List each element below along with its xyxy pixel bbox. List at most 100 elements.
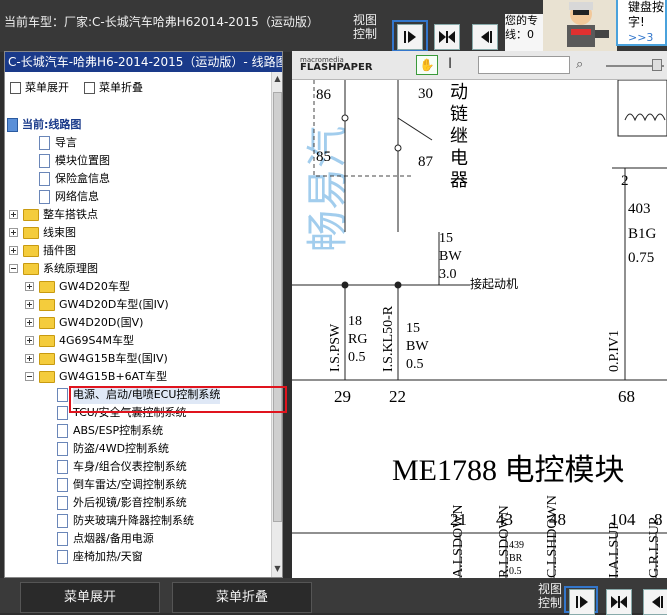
tree-item-label: ABS/ESP控制系统 (73, 424, 164, 437)
document-icon (39, 172, 50, 186)
column-labels: I.S.PSW 18 RG 0.5 I.S.KL50-R 15 BW 0.5 0.P.IV1 (328, 305, 622, 372)
current-car-model: 当前车型：厂家:C-长城汽车哈弗H62014-2015（运动版） (4, 15, 319, 29)
expand-icon[interactable] (25, 336, 34, 345)
folder-icon (39, 335, 55, 347)
footer-next-page-button[interactable] (569, 589, 595, 615)
tree-item-label: 防盗/4WD控制系统 (73, 442, 170, 455)
arrow-left-bar-icon (481, 31, 492, 43)
tree-item-label: GW4G15B车型(国IV) (59, 352, 168, 365)
tree-item-label: 倒车雷达/空调控制系统 (73, 478, 187, 491)
search-input[interactable] (478, 56, 570, 74)
collapse-menu-label: 菜单折叠 (99, 81, 143, 94)
folder-icon (23, 245, 39, 257)
tree-item-label: 插件图 (43, 244, 76, 257)
bottom-signal-label: I.A.LSUP (607, 522, 622, 578)
expand-menu-link[interactable]: 菜单展开 (10, 79, 69, 95)
tree-item-label: GW4D20车型 (59, 280, 130, 293)
folder-icon (39, 299, 55, 311)
panel-title: C-长城汽车-哈弗H6-2014-2015（运动版）- 线路图 (5, 52, 282, 72)
folder-icon (39, 281, 55, 293)
tree-item-label: 模块位置图 (55, 154, 110, 167)
start-motor-label: 接起动机 (470, 276, 518, 291)
arrow-right-bar-icon (404, 31, 416, 43)
bottom-wire-439: 439 BR 0.5 (509, 540, 524, 577)
tree-item-label: 系统原理图 (43, 262, 98, 275)
tree-item-label: GW4D20D(国V) (59, 316, 144, 329)
hand-tool-icon[interactable]: ✋ (416, 55, 438, 75)
panel-scrollbar[interactable]: ▲ ▼ (271, 72, 282, 577)
zoom-slider-knob[interactable] (652, 59, 662, 71)
module-title: ME1788 电控模块 (392, 454, 625, 487)
collapse-icon[interactable] (25, 372, 34, 381)
top-pin-number: 68 (618, 387, 635, 406)
document-icon (57, 532, 68, 546)
top-pin-number: 29 (334, 387, 351, 406)
footer-prev-page-button[interactable] (643, 589, 667, 615)
doc-icon (10, 82, 21, 94)
expand-menu-button[interactable]: 菜单展开 (20, 582, 160, 613)
arrows-in-icon (611, 596, 627, 608)
expand-icon[interactable] (25, 318, 34, 327)
expand-icon[interactable] (25, 282, 34, 291)
collapse-menu-link[interactable]: 菜单折叠 (84, 79, 143, 95)
document-icon (39, 154, 50, 168)
document-viewer: macromedia FLASHPAPER ✋ I ⌕ 畅易汽 86 30 85… (292, 51, 667, 578)
folder-icon (39, 317, 55, 329)
arrow-left-bar-icon (652, 596, 663, 608)
col-label-kl50: I.S.KL50-R (381, 305, 396, 372)
document-icon (39, 190, 50, 204)
side-note: 您的专 线：0 (505, 14, 545, 52)
footer-view-control-label: 视图 控制 (538, 582, 563, 610)
collapse-menu-button[interactable]: 菜单折叠 (172, 582, 312, 613)
col-label-18rg: 18 RG 0.5 (348, 314, 367, 365)
fit-page-button[interactable] (434, 24, 460, 50)
tree-item-label: 外后视镜/影音控制系统 (73, 496, 187, 509)
relay-pin-86: 86 (316, 87, 332, 103)
col-label-15bw: 15 BW 0.5 (406, 321, 429, 372)
search-icon[interactable]: ⌕ (576, 57, 583, 72)
wire-15-bw-text: 15 BW 3.0 (439, 231, 462, 282)
folder-icon (23, 209, 39, 221)
tree-item-label: 点烟器/备用电源 (73, 532, 154, 545)
arrow-right-bar-icon (576, 596, 588, 608)
top-pin-numbers: 29 22 68 (334, 387, 635, 406)
collapse-icon[interactable] (9, 264, 18, 273)
scroll-up-icon[interactable]: ▲ (273, 74, 282, 84)
tree-item-label: 线束图 (43, 226, 76, 239)
relay-pin-87: 87 (418, 154, 434, 170)
logo-line2: FLASHPAPER (300, 62, 373, 73)
tree-item-label: 保险盒信息 (55, 172, 110, 185)
next-page-button[interactable] (397, 24, 423, 50)
relay-name: 动链继电器 (450, 82, 468, 190)
bottom-signal-label: A.LSDOWN (451, 505, 466, 579)
folder-icon (23, 227, 39, 239)
expand-icon[interactable] (9, 228, 18, 237)
tree-item-label: 座椅加热/天窗 (73, 550, 143, 563)
document-icon (57, 442, 68, 456)
scrollbar-thumb[interactable] (273, 92, 282, 522)
expand-icon[interactable] (9, 210, 18, 219)
tree-item-label: 整车搭铁点 (43, 208, 98, 221)
viewer-toolbar: macromedia FLASHPAPER ✋ I ⌕ (292, 51, 667, 80)
relay-label: 动链继电器 (450, 82, 468, 190)
document-icon (57, 460, 68, 474)
document-icon (57, 496, 68, 510)
footer-fit-page-button[interactable] (606, 589, 632, 615)
scroll-down-icon[interactable]: ▼ (273, 564, 282, 574)
expand-icon[interactable] (25, 300, 34, 309)
tip-bubble: 键盘按 字! >>3 (616, 0, 667, 46)
tip-text: 键盘按 字! (628, 0, 665, 29)
relay-pin-85: 85 (316, 149, 331, 165)
tip-more-link[interactable]: >>3 (628, 30, 665, 45)
text-select-icon[interactable]: I (448, 56, 452, 72)
navigation-panel: C-长城汽车-哈弗H6-2014-2015（运动版）- 线路图 菜单展开 菜单折… (4, 51, 283, 578)
document-icon (57, 406, 68, 420)
folder-icon (39, 353, 55, 365)
prev-page-button[interactable] (472, 24, 498, 50)
document-icon (57, 514, 68, 528)
expand-icon[interactable] (25, 354, 34, 363)
tree-item-label: 导言 (55, 136, 77, 149)
tree-item-label: GW4G15B+6AT车型 (59, 370, 168, 383)
expand-icon[interactable] (9, 246, 18, 255)
document-icon (57, 550, 68, 564)
